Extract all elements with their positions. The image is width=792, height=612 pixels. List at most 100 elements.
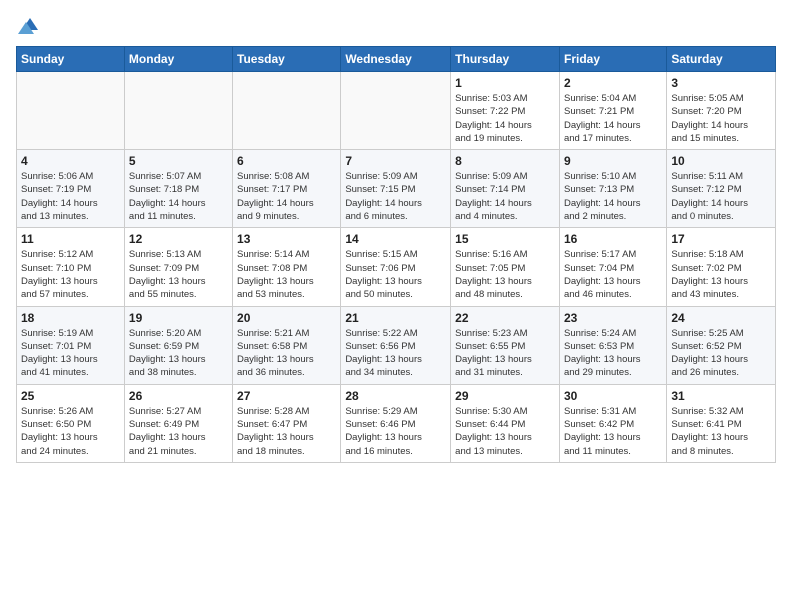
day-info: Sunrise: 5:11 AM Sunset: 7:12 PM Dayligh… [671, 170, 771, 223]
day-number: 26 [129, 389, 228, 403]
calendar-cell: 18 Sunrise: 5:19 AM Sunset: 7:01 PM Dayli… [17, 306, 125, 384]
day-info: Sunrise: 5:10 AM Sunset: 7:13 PM Dayligh… [564, 170, 662, 223]
calendar-cell: 22 Sunrise: 5:23 AM Sunset: 6:55 PM Dayli… [451, 306, 560, 384]
day-number: 20 [237, 311, 336, 325]
calendar-cell: 28 Sunrise: 5:29 AM Sunset: 6:46 PM Dayli… [341, 384, 451, 462]
calendar-cell: 17Sunrise: 5:18 AM Sunset: 7:02 PM Dayli… [667, 228, 776, 306]
day-number: 1 [455, 76, 555, 90]
day-info: Sunrise: 5:20 AM Sunset: 6:59 PM Dayligh… [129, 327, 228, 380]
day-info: Sunrise: 5:09 AM Sunset: 7:14 PM Dayligh… [455, 170, 555, 223]
calendar-cell: 10 Sunrise: 5:11 AM Sunset: 7:12 PM Dayli… [667, 150, 776, 228]
calendar-cell [124, 72, 232, 150]
day-info: Sunrise: 5:27 AM Sunset: 6:49 PM Dayligh… [129, 405, 228, 458]
calendar-cell: 16Sunrise: 5:17 AM Sunset: 7:04 PM Dayli… [559, 228, 666, 306]
calendar-cell: 11 Sunrise: 5:12 AM Sunset: 7:10 PM Dayli… [17, 228, 125, 306]
day-number: 30 [564, 389, 662, 403]
day-info: Sunrise: 5:19 AM Sunset: 7:01 PM Dayligh… [21, 327, 120, 380]
day-number: 19 [129, 311, 228, 325]
calendar-cell: 1 Sunrise: 5:03 AM Sunset: 7:22 PM Daylig… [451, 72, 560, 150]
day-info: Sunrise: 5:03 AM Sunset: 7:22 PM Dayligh… [455, 92, 555, 145]
day-info: Sunrise: 5:21 AM Sunset: 6:58 PM Dayligh… [237, 327, 336, 380]
day-info: Sunrise: 5:18 AM Sunset: 7:02 PM Dayligh… [671, 248, 771, 301]
calendar-cell: 26 Sunrise: 5:27 AM Sunset: 6:49 PM Dayli… [124, 384, 232, 462]
calendar-cell: 27 Sunrise: 5:28 AM Sunset: 6:47 PM Dayli… [233, 384, 341, 462]
day-info: Sunrise: 5:29 AM Sunset: 6:46 PM Dayligh… [345, 405, 446, 458]
calendar-cell: 25 Sunrise: 5:26 AM Sunset: 6:50 PM Dayli… [17, 384, 125, 462]
calendar-cell: 19 Sunrise: 5:20 AM Sunset: 6:59 PM Dayli… [124, 306, 232, 384]
header-tuesday: Tuesday [233, 47, 341, 72]
calendar-cell: 8 Sunrise: 5:09 AM Sunset: 7:14 PM Daylig… [451, 150, 560, 228]
calendar-cell: 9 Sunrise: 5:10 AM Sunset: 7:13 PM Daylig… [559, 150, 666, 228]
week-row-2: 4 Sunrise: 5:06 AM Sunset: 7:19 PM Daylig… [17, 150, 776, 228]
day-number: 10 [671, 154, 771, 168]
calendar-cell [341, 72, 451, 150]
day-info: Sunrise: 5:09 AM Sunset: 7:15 PM Dayligh… [345, 170, 446, 223]
calendar-cell: 23 Sunrise: 5:24 AM Sunset: 6:53 PM Dayli… [559, 306, 666, 384]
day-info: Sunrise: 5:23 AM Sunset: 6:55 PM Dayligh… [455, 327, 555, 380]
header-saturday: Saturday [667, 47, 776, 72]
day-number: 13 [237, 232, 336, 246]
day-number: 12 [129, 232, 228, 246]
calendar-cell [233, 72, 341, 150]
calendar-cell: 30 Sunrise: 5:31 AM Sunset: 6:42 PM Dayli… [559, 384, 666, 462]
day-number: 29 [455, 389, 555, 403]
day-number: 24 [671, 311, 771, 325]
day-number: 9 [564, 154, 662, 168]
week-row-5: 25 Sunrise: 5:26 AM Sunset: 6:50 PM Dayli… [17, 384, 776, 462]
day-number: 23 [564, 311, 662, 325]
day-info: Sunrise: 5:04 AM Sunset: 7:21 PM Dayligh… [564, 92, 662, 145]
calendar-cell: 5Sunrise: 5:07 AM Sunset: 7:18 PM Daylig… [124, 150, 232, 228]
day-number: 5 [129, 154, 228, 168]
day-info: Sunrise: 5:31 AM Sunset: 6:42 PM Dayligh… [564, 405, 662, 458]
calendar-cell: 3 Sunrise: 5:05 AM Sunset: 7:20 PM Daylig… [667, 72, 776, 150]
day-number: 3 [671, 76, 771, 90]
calendar-cell: 15Sunrise: 5:16 AM Sunset: 7:05 PM Dayli… [451, 228, 560, 306]
day-number: 2 [564, 76, 662, 90]
day-number: 4 [21, 154, 120, 168]
header-wednesday: Wednesday [341, 47, 451, 72]
day-info: Sunrise: 5:24 AM Sunset: 6:53 PM Dayligh… [564, 327, 662, 380]
day-number: 15 [455, 232, 555, 246]
calendar-cell: 12 Sunrise: 5:13 AM Sunset: 7:09 PM Dayli… [124, 228, 232, 306]
week-row-4: 18 Sunrise: 5:19 AM Sunset: 7:01 PM Dayli… [17, 306, 776, 384]
page-header [16, 16, 776, 34]
day-number: 6 [237, 154, 336, 168]
logo [16, 16, 40, 34]
day-info: Sunrise: 5:05 AM Sunset: 7:20 PM Dayligh… [671, 92, 771, 145]
day-info: Sunrise: 5:30 AM Sunset: 6:44 PM Dayligh… [455, 405, 555, 458]
day-number: 11 [21, 232, 120, 246]
calendar-cell: 7 Sunrise: 5:09 AM Sunset: 7:15 PM Daylig… [341, 150, 451, 228]
day-number: 18 [21, 311, 120, 325]
calendar-cell: 21 Sunrise: 5:22 AM Sunset: 6:56 PM Dayli… [341, 306, 451, 384]
day-number: 27 [237, 389, 336, 403]
week-row-3: 11 Sunrise: 5:12 AM Sunset: 7:10 PM Dayli… [17, 228, 776, 306]
calendar-cell: 20 Sunrise: 5:21 AM Sunset: 6:58 PM Dayli… [233, 306, 341, 384]
day-number: 21 [345, 311, 446, 325]
day-number: 8 [455, 154, 555, 168]
day-info: Sunrise: 5:22 AM Sunset: 6:56 PM Dayligh… [345, 327, 446, 380]
calendar-header-row: SundayMondayTuesdayWednesdayThursdayFrid… [17, 47, 776, 72]
day-info: Sunrise: 5:28 AM Sunset: 6:47 PM Dayligh… [237, 405, 336, 458]
day-info: Sunrise: 5:15 AM Sunset: 7:06 PM Dayligh… [345, 248, 446, 301]
week-row-1: 1 Sunrise: 5:03 AM Sunset: 7:22 PM Daylig… [17, 72, 776, 150]
day-info: Sunrise: 5:26 AM Sunset: 6:50 PM Dayligh… [21, 405, 120, 458]
header-sunday: Sunday [17, 47, 125, 72]
header-thursday: Thursday [451, 47, 560, 72]
day-info: Sunrise: 5:08 AM Sunset: 7:17 PM Dayligh… [237, 170, 336, 223]
calendar-cell: 13Sunrise: 5:14 AM Sunset: 7:08 PM Dayli… [233, 228, 341, 306]
day-info: Sunrise: 5:13 AM Sunset: 7:09 PM Dayligh… [129, 248, 228, 301]
calendar-cell: 31Sunrise: 5:32 AM Sunset: 6:41 PM Dayli… [667, 384, 776, 462]
day-info: Sunrise: 5:12 AM Sunset: 7:10 PM Dayligh… [21, 248, 120, 301]
logo-icon [18, 16, 40, 34]
day-number: 28 [345, 389, 446, 403]
day-number: 7 [345, 154, 446, 168]
calendar-cell: 24Sunrise: 5:25 AM Sunset: 6:52 PM Dayli… [667, 306, 776, 384]
day-number: 22 [455, 311, 555, 325]
calendar-cell: 29 Sunrise: 5:30 AM Sunset: 6:44 PM Dayli… [451, 384, 560, 462]
calendar-cell: 6 Sunrise: 5:08 AM Sunset: 7:17 PM Daylig… [233, 150, 341, 228]
calendar-cell [17, 72, 125, 150]
day-number: 25 [21, 389, 120, 403]
day-info: Sunrise: 5:06 AM Sunset: 7:19 PM Dayligh… [21, 170, 120, 223]
day-number: 16 [564, 232, 662, 246]
calendar-cell: 14Sunrise: 5:15 AM Sunset: 7:06 PM Dayli… [341, 228, 451, 306]
